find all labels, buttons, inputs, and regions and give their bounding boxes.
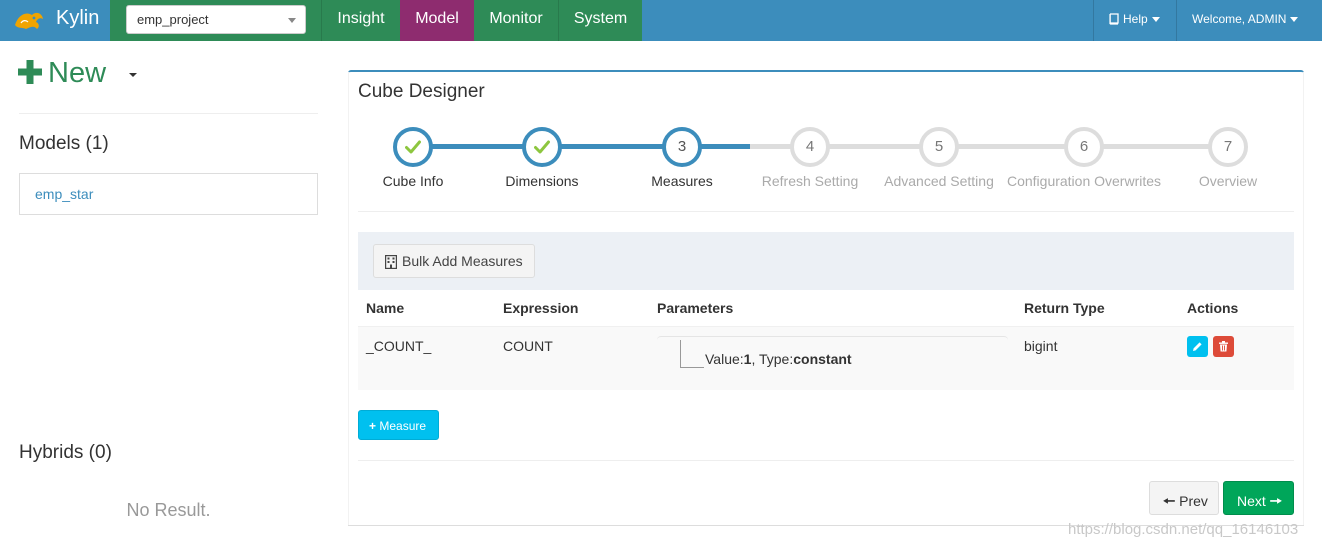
- next-label: Next: [1237, 493, 1266, 509]
- prev-button[interactable]: 🠔 Prev: [1149, 481, 1219, 515]
- measure-name: _COUNT_: [366, 338, 432, 354]
- brand[interactable]: Kylin: [0, 0, 110, 41]
- wizard-step-6[interactable]: 6: [1064, 127, 1104, 167]
- wizard-step-4[interactable]: 4: [790, 127, 830, 167]
- trash-icon: [1219, 341, 1228, 352]
- project-select-value: emp_project: [137, 12, 209, 27]
- delete-measure-button[interactable]: [1213, 336, 1234, 357]
- help-menu[interactable]: Help: [1093, 0, 1176, 41]
- chevron-down-icon: [1151, 17, 1160, 23]
- wizard-step-number: 5: [934, 138, 944, 155]
- chevron-down-icon: [288, 18, 296, 23]
- column-header-actions: Actions: [1187, 300, 1239, 316]
- models-title: Models (1): [19, 133, 109, 154]
- plus-icon: [18, 60, 42, 84]
- tab-insight-label: Insight: [337, 10, 385, 27]
- tab-system[interactable]: System: [558, 0, 642, 41]
- wizard-step-3[interactable]: 3: [662, 127, 702, 167]
- wizard-step-number: 3: [677, 138, 687, 155]
- measure-expression: COUNT: [503, 338, 553, 354]
- hybrids-empty-text: No Result.: [126, 500, 211, 520]
- edit-measure-button[interactable]: [1187, 336, 1208, 357]
- param-type-label: , Type:: [751, 351, 794, 367]
- building-icon: [385, 255, 397, 269]
- wizard-step-2[interactable]: [522, 127, 562, 167]
- page-title: Cube Designer: [358, 81, 485, 102]
- wizard-step-label: Overview: [1198, 173, 1258, 189]
- wizard-step-number: 6: [1079, 138, 1089, 155]
- wizard-divider: [358, 211, 1294, 212]
- project-select[interactable]: emp_project: [126, 5, 306, 34]
- new-label: New: [48, 57, 107, 89]
- footer-divider: [358, 460, 1294, 461]
- tab-monitor[interactable]: Monitor: [474, 0, 558, 41]
- check-icon: [405, 140, 421, 154]
- hybrids-title: Hybrids (0): [19, 442, 112, 463]
- tab-model[interactable]: Model: [400, 0, 474, 41]
- next-button[interactable]: Next 🠖: [1223, 481, 1294, 515]
- arrow-left-icon: 🠔: [1163, 493, 1176, 509]
- wizard-step-1[interactable]: [393, 127, 433, 167]
- top-navbar: Kylin emp_project Insight Model Monitor …: [0, 0, 1322, 41]
- wizard-step-7[interactable]: 7: [1208, 127, 1248, 167]
- help-label: Help: [1123, 12, 1148, 26]
- book-icon: [1109, 13, 1119, 25]
- column-header-parameters: Parameters: [657, 300, 734, 316]
- caret-down-icon: [129, 73, 137, 77]
- measure-return-type: bigint: [1024, 338, 1058, 354]
- param-value-label: Value:: [705, 351, 744, 367]
- add-measure-label: Measure: [379, 419, 427, 433]
- brand-name: Kylin: [56, 7, 100, 29]
- pencil-icon: [1193, 342, 1202, 351]
- column-header-return-type: Return Type: [1024, 300, 1105, 316]
- model-item-label: emp_star: [35, 186, 94, 202]
- sidebar-divider: [19, 113, 318, 114]
- chevron-down-icon: [1290, 17, 1299, 23]
- wizard-step-5[interactable]: 5: [919, 127, 959, 167]
- parameter-tree-connector: [680, 340, 704, 368]
- watermark: https://blog.csdn.net/qq_16146103: [1068, 521, 1299, 538]
- kylin-logo-icon: [15, 12, 43, 29]
- column-header-expression: Expression: [503, 300, 579, 316]
- wizard-step-number: 4: [805, 138, 815, 155]
- tab-system-label: System: [573, 10, 628, 27]
- check-icon: [534, 140, 550, 154]
- tab-insight[interactable]: Insight: [321, 0, 400, 41]
- wizard-step-number: 7: [1223, 138, 1233, 155]
- bulk-add-measures-label: Bulk Add Measures: [402, 253, 523, 269]
- user-menu[interactable]: Welcome, ADMIN: [1176, 0, 1322, 41]
- plus-icon: +: [369, 419, 377, 433]
- tab-monitor-label: Monitor: [489, 10, 543, 27]
- param-type: constant: [793, 351, 852, 367]
- arrow-right-icon: 🠖: [1269, 493, 1282, 509]
- model-item-emp-star[interactable]: emp_star: [19, 173, 318, 215]
- prev-label: Prev: [1179, 493, 1208, 509]
- add-measure-button[interactable]: + Measure: [358, 410, 439, 440]
- bulk-add-measures-button[interactable]: Bulk Add Measures: [373, 244, 535, 278]
- tab-model-label: Model: [415, 10, 459, 27]
- column-header-name: Name: [366, 300, 405, 316]
- measure-parameters: Value:1, Type:constant: [705, 351, 852, 367]
- welcome-label: Welcome, ADMIN: [1192, 12, 1287, 26]
